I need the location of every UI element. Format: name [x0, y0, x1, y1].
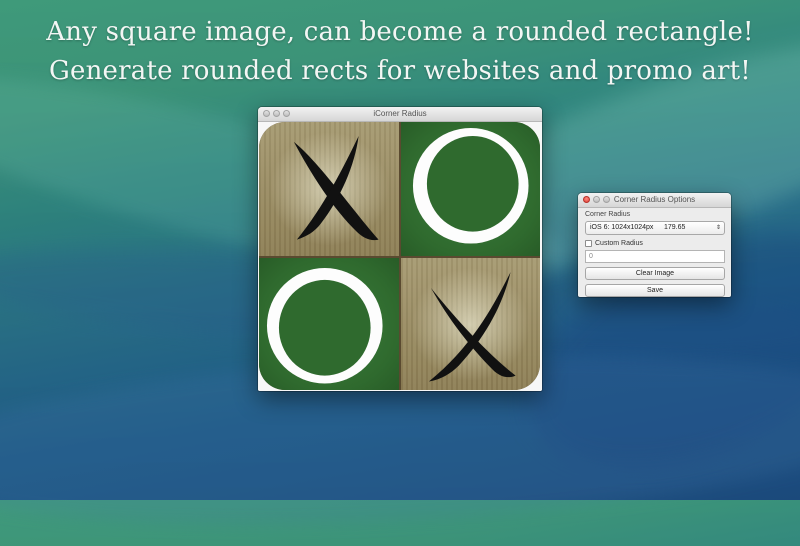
updown-chevron-icon: ⇕	[715, 225, 721, 231]
corner-radius-preset-select[interactable]: iOS 6: 1024x1024px 179.65 ⇕	[585, 221, 725, 235]
x-mark-icon	[293, 135, 379, 241]
promo-headline-line-2: Generate rounded rects for websites and …	[49, 56, 751, 86]
custom-radius-checkbox-row[interactable]: Custom Radius	[585, 240, 725, 247]
image-drop-area[interactable]	[258, 122, 542, 391]
x-mark-icon	[428, 271, 516, 382]
save-button[interactable]: Save	[585, 284, 725, 297]
rounded-image-preview	[259, 122, 540, 390]
custom-radius-input[interactable]: 0	[585, 250, 725, 263]
tile-o-bottom-left	[259, 257, 399, 390]
options-window: Corner Radius Options Corner Radius iOS …	[578, 193, 731, 297]
preset-selected-value: 179.65	[664, 224, 686, 231]
custom-radius-label: Custom Radius	[595, 240, 643, 247]
main-window-titlebar[interactable]: iCorner Radius	[258, 107, 542, 122]
options-window-titlebar[interactable]: Corner Radius Options	[578, 193, 731, 208]
corner-radius-label: Corner Radius	[585, 211, 631, 218]
promo-headline-line-1: Any square image, can become a rounded r…	[46, 17, 754, 47]
main-window-title: iCorner Radius	[373, 109, 427, 118]
tile-x-top-left	[259, 122, 399, 256]
o-mark-icon	[266, 267, 383, 384]
options-window-title: Corner Radius Options	[613, 195, 696, 204]
tile-x-bottom-right	[400, 257, 540, 390]
clear-image-button[interactable]: Clear Image	[585, 267, 725, 280]
main-window: iCorner Radius	[258, 107, 542, 391]
custom-radius-checkbox[interactable]	[585, 240, 592, 247]
o-mark-icon	[412, 127, 529, 244]
preset-selected-label: iOS 6: 1024x1024px	[590, 224, 654, 231]
tile-o-top-right	[400, 122, 540, 256]
